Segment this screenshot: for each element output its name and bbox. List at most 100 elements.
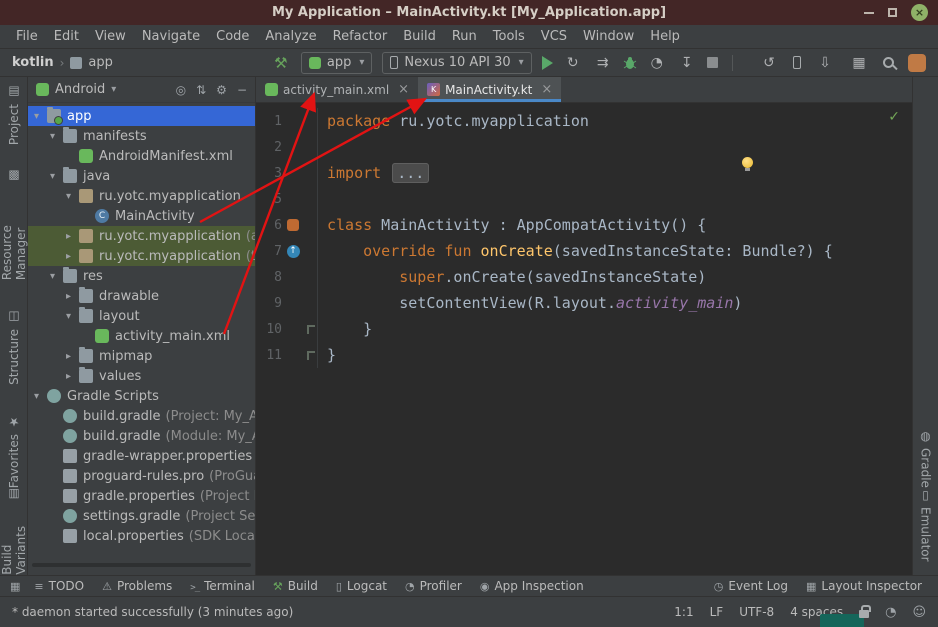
tree-item[interactable]: activity_main.xml [28,326,255,346]
debug-icon[interactable] [623,56,637,70]
tree-chevron-icon[interactable]: ▾ [34,391,47,402]
tree-item[interactable]: ▸ ru.yotc.myapplication (test) [28,246,255,266]
inspections-ok-icon[interactable]: ✓ [888,109,900,125]
tree-chevron-icon[interactable]: ▸ [66,371,79,382]
tree-item[interactable]: ▸ mipmap [28,346,255,366]
minimize-icon[interactable] [864,12,874,14]
tree-item[interactable]: MainActivity [28,206,255,226]
tree-chevron-icon[interactable]: ▸ [66,351,79,362]
tree-item[interactable]: settings.gradle (Project Settings) [28,506,255,526]
tree-item[interactable]: ▾ manifests [28,126,255,146]
menu-item[interactable]: Navigate [134,29,208,44]
gradle-sync-icon[interactable] [759,53,779,73]
project-view-selector[interactable]: Android [55,82,105,97]
tool-window-button[interactable]: Gradle [919,429,933,488]
tool-window-button[interactable]: Build Variants [0,488,28,575]
collapse-all-icon[interactable] [196,83,206,97]
tree-item[interactable]: ▸ ru.yotc.myapplication (androidTest) [28,226,255,246]
caret-position[interactable]: 1:1 [674,605,693,619]
tab-close-icon[interactable]: × [398,82,409,97]
file-encoding[interactable]: UTF-8 [739,605,774,619]
gear-icon[interactable] [216,83,227,97]
menu-item[interactable]: Run [444,29,485,44]
tree-chevron-icon[interactable]: ▸ [66,231,79,242]
tool-window-button[interactable]: Profiler [405,579,462,593]
tool-window-button[interactable]: Logcat [336,579,387,593]
menu-item[interactable]: Edit [46,29,87,44]
menu-item[interactable]: Refactor [325,29,396,44]
lock-icon[interactable] [859,610,869,618]
menu-item[interactable]: Help [642,29,688,44]
tree-item[interactable]: proguard-rules.pro (ProGuard Rules for a… [28,466,255,486]
tool-window-button[interactable]: Layout Inspector [806,579,922,593]
tree-item[interactable]: AndroidManifest.xml [28,146,255,166]
toolwindow-switcher-icon[interactable] [10,580,20,593]
tree-chevron-icon[interactable]: ▾ [66,311,79,322]
maximize-icon[interactable] [888,8,897,17]
intention-bulb-icon[interactable] [742,157,753,168]
tree-item[interactable]: ▾ layout [28,306,255,326]
tree-item[interactable]: build.gradle (Module: My_Application.app… [28,426,255,446]
menu-item[interactable]: VCS [533,29,575,44]
tree-item[interactable]: build.gradle (Project: My_Application) [28,406,255,426]
menu-item[interactable]: Tools [485,29,533,44]
horizontal-scrollbar[interactable] [32,563,251,567]
build-project-icon[interactable] [271,53,291,73]
tree-item[interactable]: ▾ ru.yotc.myapplication [28,186,255,206]
layout-validation-icon[interactable] [849,53,869,73]
tree-chevron-icon[interactable]: ▾ [34,111,47,122]
sdk-manager-icon[interactable] [815,53,835,73]
tree-chevron-icon[interactable]: ▾ [50,271,63,282]
tree-chevron-icon[interactable]: ▾ [66,191,79,202]
hide-panel-icon[interactable] [237,83,247,97]
tree-item[interactable]: gradle-wrapper.properties (Gradle Versio… [28,446,255,466]
tree-item[interactable]: gradle.properties (Project Properties) [28,486,255,506]
tree-item[interactable]: ▾ Gradle Scripts [28,386,255,406]
tree-item[interactable]: ▸ drawable [28,286,255,306]
tree-chevron-icon[interactable]: ▸ [66,291,79,302]
editor-tab[interactable]: activity_main.xml × [256,77,418,102]
tree-chevron-icon[interactable]: ▸ [66,251,79,262]
tool-window-button[interactable]: Terminal [190,579,255,593]
menu-item[interactable]: Analyze [257,29,324,44]
select-opened-file-icon[interactable] [176,83,186,97]
code-editor[interactable]: 1 package ru.yotc.myapplication 2 3 [256,103,912,575]
editor-tab[interactable]: MainActivity.kt × [418,77,561,102]
ide-status-icon[interactable] [912,605,926,620]
tab-close-icon[interactable]: × [541,82,552,97]
run-button[interactable] [542,56,553,70]
tool-window-button[interactable]: Event Log [714,579,788,593]
menu-item[interactable]: Code [208,29,257,44]
tool-window-button[interactable]: Emulator [919,488,933,562]
close-icon[interactable]: × [911,4,928,21]
tree-item[interactable]: ▾ app [28,106,255,126]
menu-item[interactable]: File [8,29,46,44]
tree-item[interactable]: ▾ res [28,266,255,286]
attach-debugger-icon[interactable] [677,53,697,73]
menu-item[interactable]: Window [575,29,642,44]
apply-code-changes-icon[interactable] [593,53,613,73]
tree-item[interactable]: ▸ values [28,366,255,386]
tool-window-button[interactable]: TODO [34,579,84,593]
apply-changes-icon[interactable] [563,53,583,73]
run-config-select[interactable]: app [301,52,373,74]
line-ending[interactable]: LF [710,605,724,619]
breadcrumb-module[interactable]: app [88,55,112,70]
profiler-icon[interactable] [647,53,667,73]
tool-window-button[interactable]: Resource Manager [0,169,28,280]
breadcrumb-root[interactable]: kotlin [12,55,54,70]
device-manager-icon[interactable] [793,56,801,69]
tool-window-button[interactable]: Structure [7,310,21,385]
tree-chevron-icon[interactable]: ▾ [50,171,63,182]
tool-window-button[interactable]: Project [7,85,21,145]
tool-window-button[interactable]: Problems [102,579,172,593]
tree-item[interactable]: local.properties (SDK Location) [28,526,255,546]
tree-item[interactable]: ▾ java [28,166,255,186]
tool-window-button[interactable]: Build [273,579,318,593]
search-icon[interactable] [883,57,894,68]
menu-item[interactable]: Build [395,29,444,44]
background-tasks-icon[interactable] [885,605,896,620]
tool-window-button[interactable]: Favorites [7,415,21,488]
tool-window-button[interactable]: App Inspection [480,579,584,593]
menu-item[interactable]: View [87,29,134,44]
